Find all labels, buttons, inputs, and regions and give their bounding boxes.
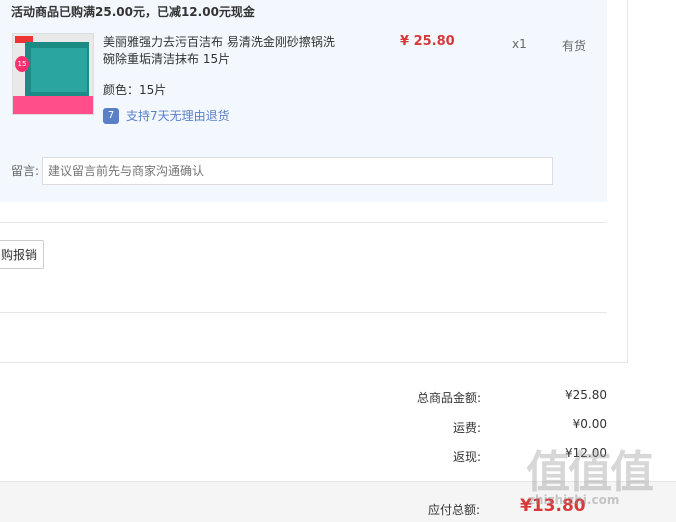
promo-strip [13,96,93,114]
product-price: ¥ 25.80 [400,34,455,49]
watermark-domain: zhizhizhi.com [528,493,620,507]
goods-total-value: ¥25.80 [565,388,607,402]
message-label: 留言: [11,164,40,178]
promo-notice: 活动商品已购满25.00元，已减12.00元现金 [11,5,255,19]
divider [0,222,607,223]
shipping-value: ¥0.00 [572,417,607,431]
watermark: 值值值 [526,447,654,498]
product-variant: 颜色：15片 [103,83,167,97]
package-graphic-inner [31,48,87,92]
product-thumbnail[interactable]: 15 [12,33,94,115]
cashback-label: 返现: [452,450,481,464]
message-input[interactable] [42,157,553,185]
count-badge-icon: 15 [15,56,29,72]
return-policy-icon: 7 [103,108,119,124]
shipping-label: 运费: [452,421,481,435]
stock-status: 有货 [562,39,587,53]
panel-border [627,0,628,363]
panel-border [0,362,628,363]
report-button[interactable]: 购报销 [0,240,44,269]
divider [0,312,607,313]
product-title-link[interactable]: 美丽雅强力去污百洁布 易清洗金刚砂擦锅洗碗除重垢清洁抹布 15片 [103,34,343,68]
product-quantity: x1 [512,37,527,51]
total-label: 应付总额: [427,503,480,517]
return-policy-link[interactable]: 支持7天无理由退货 [126,107,230,124]
goods-total-label: 总商品金额: [416,391,481,405]
